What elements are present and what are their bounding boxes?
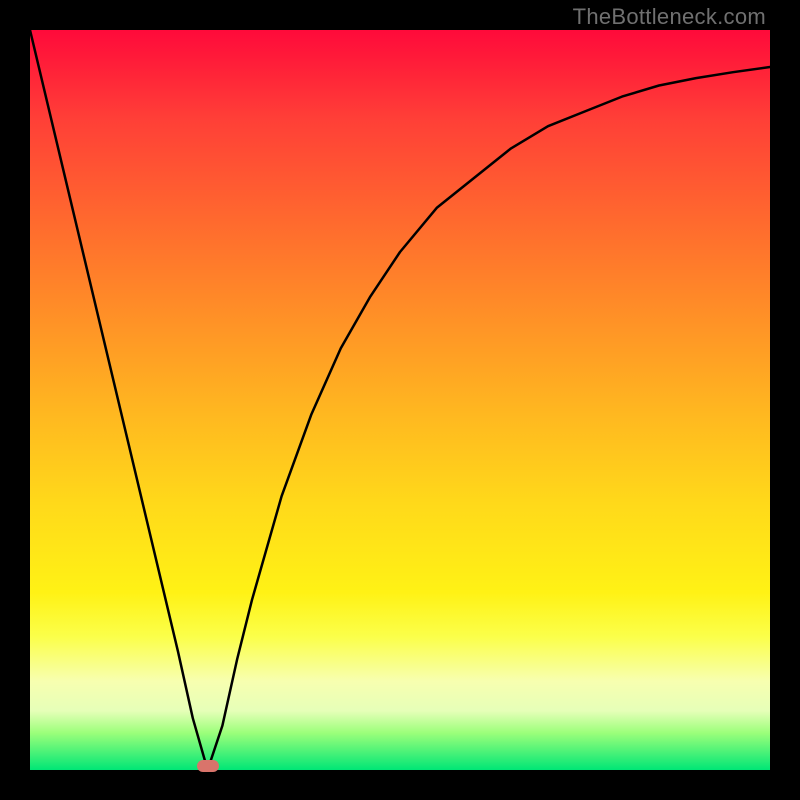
bottleneck-curve	[30, 30, 770, 770]
plot-area	[30, 30, 770, 770]
watermark-text: TheBottleneck.com	[573, 4, 766, 30]
chart-container: TheBottleneck.com	[0, 0, 800, 800]
minimum-marker	[197, 760, 219, 772]
